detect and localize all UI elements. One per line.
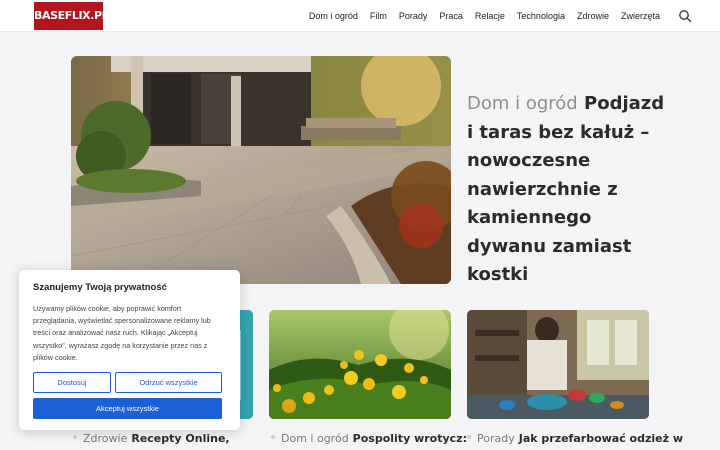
hero-category[interactable]: Dom i ogród: [467, 93, 578, 114]
card-category[interactable]: Zdrowie: [83, 432, 127, 445]
nav-item-dom-i-ogrod[interactable]: Dom i ogród: [309, 11, 358, 21]
cookie-title: Szanujemy Twoją prywatność: [33, 282, 167, 293]
site-header: BASEFLIX.PL Dom i ogród Film Porady Prac…: [0, 0, 720, 32]
reject-all-button[interactable]: Odrzuć wszystkie: [115, 372, 222, 393]
card-image-porady[interactable]: [467, 310, 649, 419]
card-title-text[interactable]: Recepty Online,: [131, 432, 229, 445]
accept-all-button[interactable]: Akceptuj wszystkie: [33, 398, 222, 419]
card-title-dom-i-ogrod[interactable]: Dom i ogród Pospolity wrotycz:: [271, 432, 467, 445]
cookie-consent-dialog: Szanujemy Twoją prywatność Używamy plikó…: [19, 270, 240, 430]
nav-item-technologia[interactable]: Technologia: [517, 11, 565, 21]
bullet-icon: [73, 435, 77, 439]
bullet-icon: [271, 435, 275, 439]
site-logo[interactable]: BASEFLIX.PL: [34, 2, 109, 30]
nav-item-porady[interactable]: Porady: [399, 11, 428, 21]
nav-item-film[interactable]: Film: [370, 11, 387, 21]
hero-title[interactable]: Podjazd i taras bez kałuż – nowoczesne n…: [467, 93, 664, 285]
card-title-text[interactable]: Jak przefarbować odzież w: [519, 432, 683, 445]
search-icon[interactable]: [678, 9, 692, 23]
hero-image[interactable]: [71, 56, 451, 284]
nav-item-zwierzeta[interactable]: Zwierzęta: [621, 11, 660, 21]
customize-button[interactable]: Dostosuj: [33, 372, 111, 393]
card-title-zdrowie[interactable]: Zdrowie Recepty Online,: [73, 432, 230, 445]
nav-item-zdrowie[interactable]: Zdrowie: [577, 11, 609, 21]
card-image-dom-i-ogrod[interactable]: [269, 310, 451, 419]
nav-item-praca[interactable]: Praca: [439, 11, 463, 21]
card-category[interactable]: Dom i ogród: [281, 432, 349, 445]
hero-headline[interactable]: Dom i ogród Podjazd i taras bez kałuż – …: [467, 90, 667, 290]
card-title-text[interactable]: Pospolity wrotycz:: [353, 432, 467, 445]
card-title-porady[interactable]: Porady Jak przefarbować odzież w: [467, 432, 683, 445]
cookie-text: Używamy plików cookie, aby poprawić komf…: [33, 304, 211, 362]
card-category[interactable]: Porady: [477, 432, 515, 445]
main-nav: Dom i ogród Film Porady Praca Relacje Te…: [297, 0, 692, 32]
bullet-icon: [467, 435, 471, 439]
cookie-button-row: Dostosuj Odrzuć wszystkie: [33, 372, 222, 393]
nav-item-relacje[interactable]: Relacje: [475, 11, 505, 21]
